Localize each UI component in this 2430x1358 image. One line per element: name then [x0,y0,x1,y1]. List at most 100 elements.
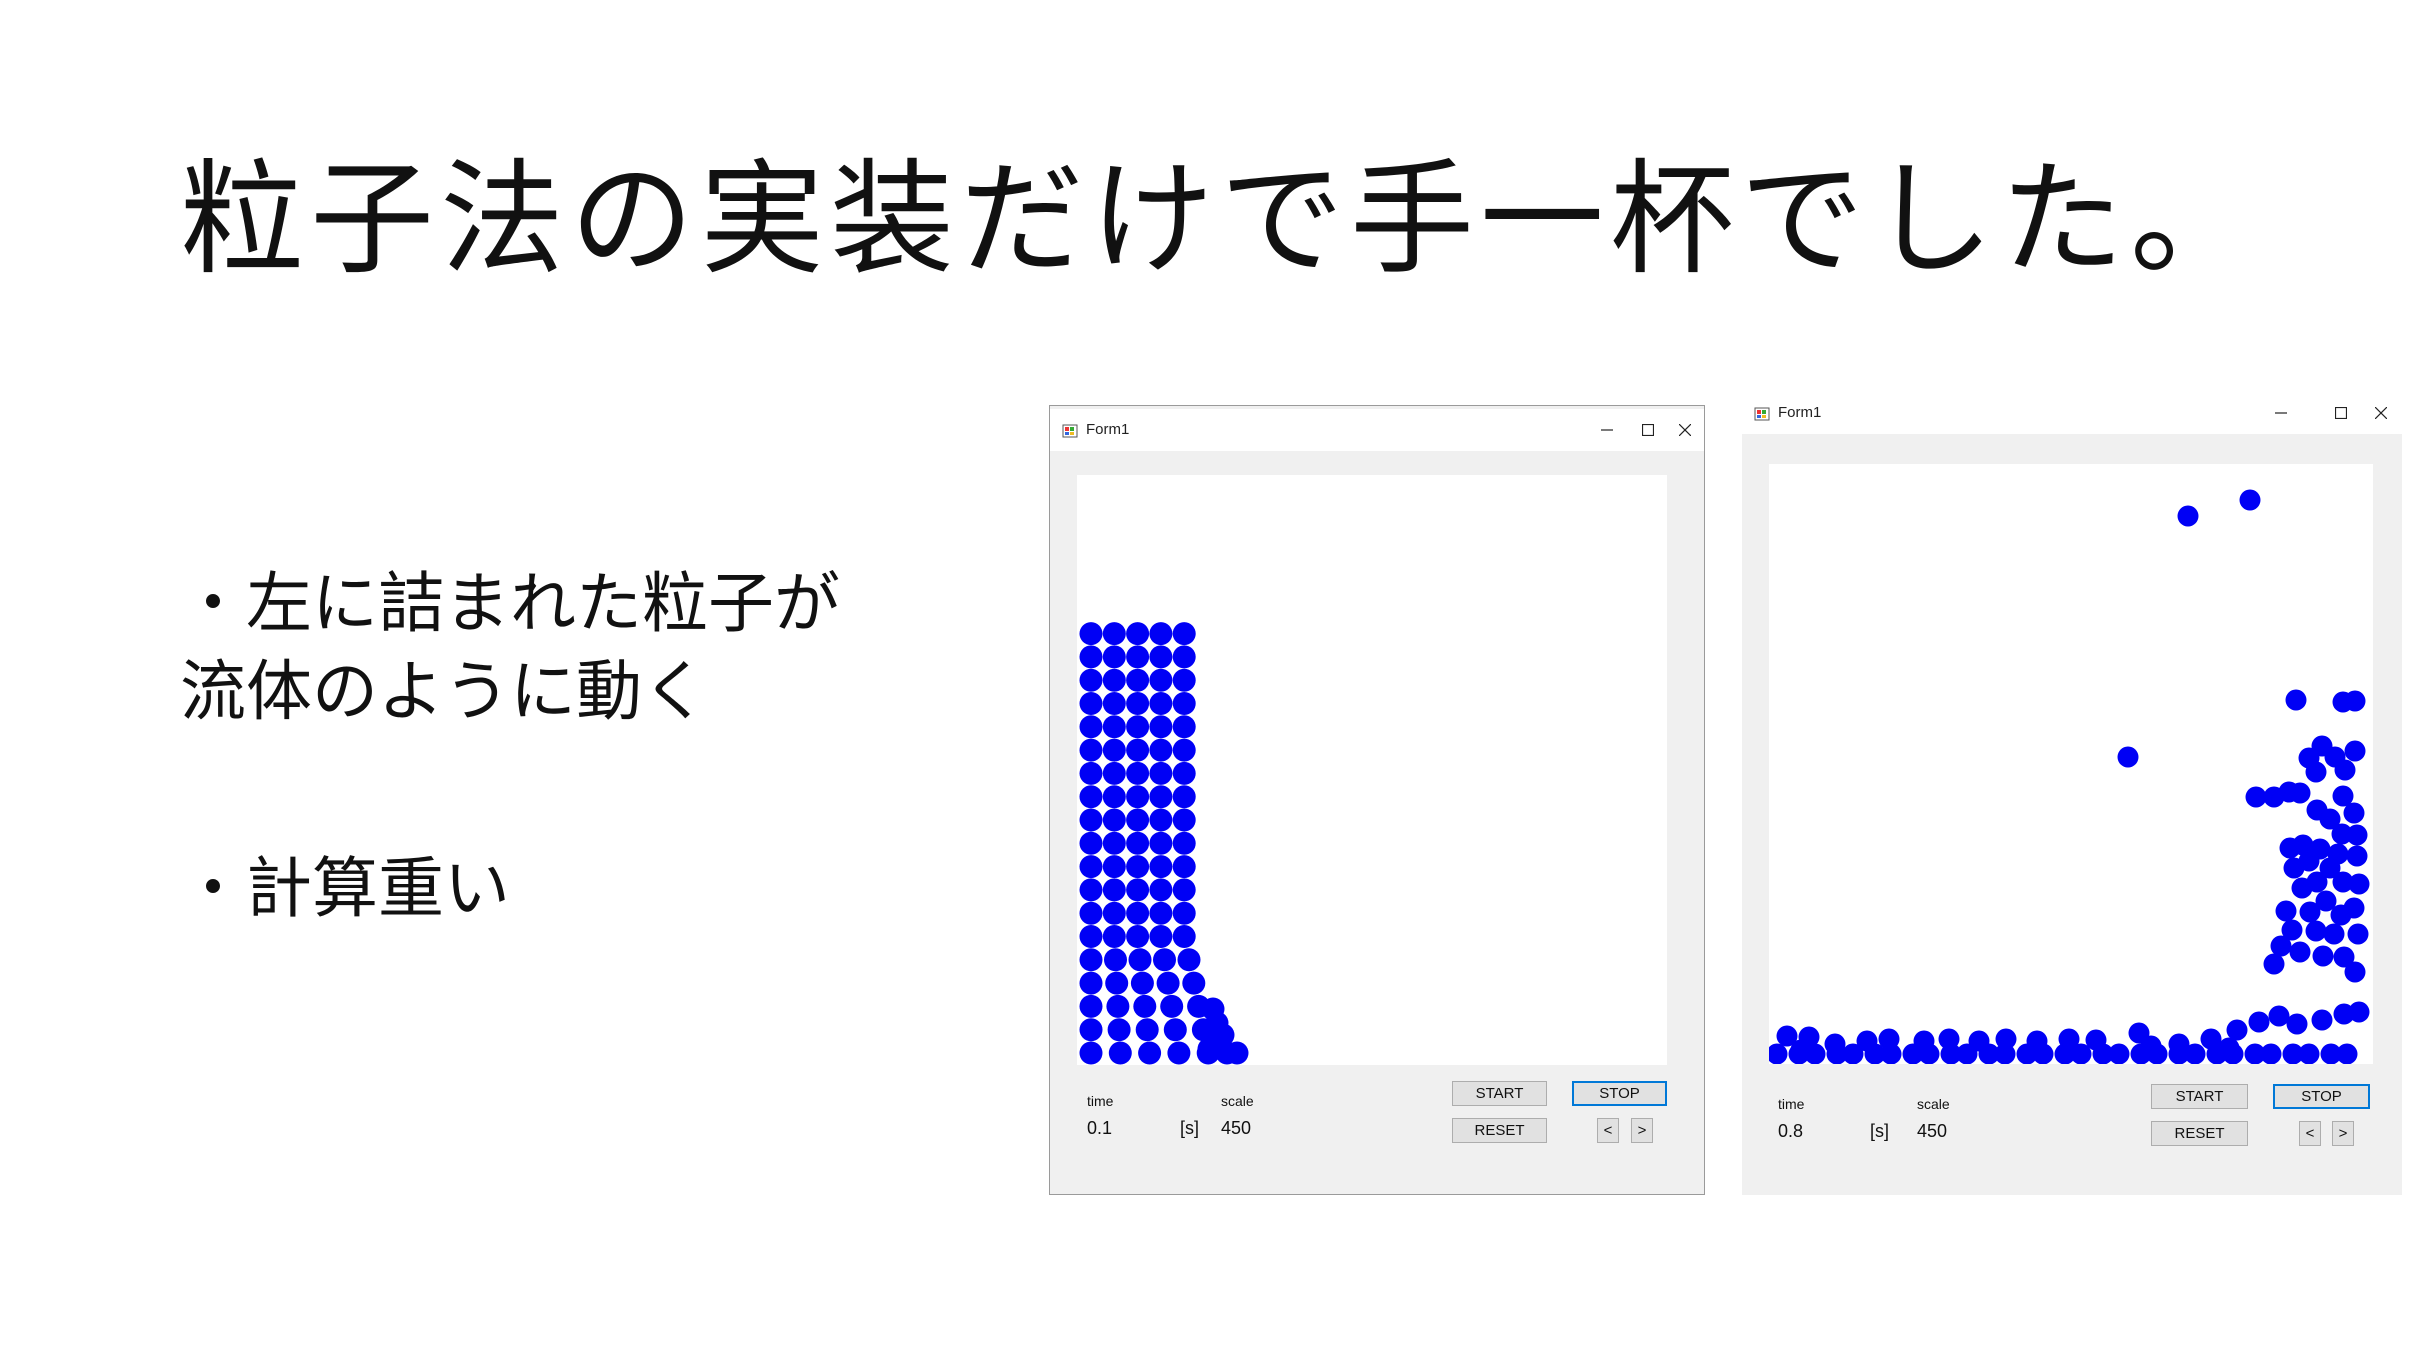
slide-title: 粒子法の実装だけで手一杯でした。 [180,148,2261,292]
start-button[interactable]: START [2151,1084,2248,1109]
particle [1102,668,1126,692]
particle [1790,1039,1812,1061]
minimize-button[interactable] [2263,398,2299,428]
particle [1079,1018,1103,1042]
particle [1079,878,1103,902]
particle [1126,855,1150,879]
particle [1102,761,1126,785]
particle [1172,831,1196,855]
particle [1172,738,1196,762]
particle [1968,1030,1990,1052]
time-value: 0.1 [1087,1118,1113,1138]
window-title: Form1 [1086,421,1130,438]
particle [1856,1030,1878,1052]
particle [2305,920,2327,942]
particle [1107,1018,1131,1042]
particle [2344,961,2366,983]
particle [2348,873,2370,895]
particle [1079,808,1103,832]
scale-value: 450 [1221,1118,1252,1138]
particle [2348,1001,2370,1023]
particle [1104,948,1127,972]
particle [1824,1033,1846,1055]
particle [1108,1041,1132,1065]
particle [1126,645,1150,669]
particle [1102,878,1126,902]
window-titlebar[interactable]: Form1 [1050,409,1704,451]
particle [1102,901,1126,925]
particle [2275,900,2297,922]
particle [1079,855,1103,879]
particle [1149,761,1173,785]
particle [1149,878,1173,902]
maximize-button[interactable] [1630,415,1666,445]
simulation-canvas[interactable] [1077,475,1667,1065]
particle [1079,785,1103,809]
particle [2344,740,2366,762]
particle [2347,923,2369,945]
particle [1079,994,1103,1018]
particle [1126,925,1150,948]
particle-layer [1769,489,2370,1064]
particle [1156,971,1180,995]
particle [1102,808,1126,832]
particle [2117,746,2139,768]
reset-button[interactable]: RESET [2151,1121,2248,1146]
reset-button[interactable]: RESET [1452,1118,1547,1143]
maximize-button[interactable] [2323,398,2359,428]
particle [1172,808,1196,832]
prev-button[interactable]: < [1597,1118,1619,1143]
particle [1126,808,1150,832]
particle [1126,668,1150,692]
particle [1913,1030,1935,1052]
particle [1160,994,1184,1018]
particle [1079,738,1103,762]
particle [2298,850,2320,872]
particle [1079,901,1103,925]
particle [1079,622,1103,646]
start-button[interactable]: START [1452,1081,1547,1106]
next-button[interactable]: > [2332,1121,2354,1146]
particle [2334,759,2356,781]
bullet-1-line-1: ・左に詰まれた粒子が [180,565,840,642]
close-button[interactable] [2363,398,2399,428]
particle [2344,690,2366,712]
particle [1126,785,1150,809]
particle [2278,781,2300,803]
minimize-icon [2275,412,2287,414]
stop-button[interactable]: STOP [2273,1084,2370,1109]
particle [1149,925,1173,948]
minimize-icon [1601,429,1613,431]
particle [1126,878,1150,902]
time-value: 0.8 [1778,1121,1804,1141]
particle [1079,692,1103,715]
particle [1138,1041,1162,1065]
particle [1172,878,1196,902]
particle [1133,994,1157,1018]
particle [2279,837,2301,859]
scale-label: scale [1917,1096,1950,1112]
particle [1163,1018,1187,1042]
window-titlebar[interactable]: Form1 [1742,392,2402,434]
time-label: time [1778,1096,1805,1112]
close-button[interactable] [1667,415,1703,445]
next-button[interactable]: > [1631,1118,1653,1143]
minimize-button[interactable] [1589,415,1625,445]
particle [1102,831,1126,855]
particle [2177,505,2199,527]
particle [1126,622,1150,646]
simulation-canvas[interactable] [1769,464,2373,1064]
prev-button[interactable]: < [2299,1121,2321,1146]
particle [1172,855,1196,879]
particle [1995,1028,2017,1050]
bullet-1: ・左に詰まれた粒子が 流体のように動く [180,560,840,736]
particle [1128,948,1152,972]
particle [2058,1028,2080,1050]
particle [1079,761,1103,785]
stop-button[interactable]: STOP [1572,1081,1667,1106]
particle [1102,645,1126,669]
time-unit: [s] [1870,1121,1890,1141]
particle [2026,1030,2048,1052]
particle [1126,761,1150,785]
particle [1135,1018,1159,1042]
